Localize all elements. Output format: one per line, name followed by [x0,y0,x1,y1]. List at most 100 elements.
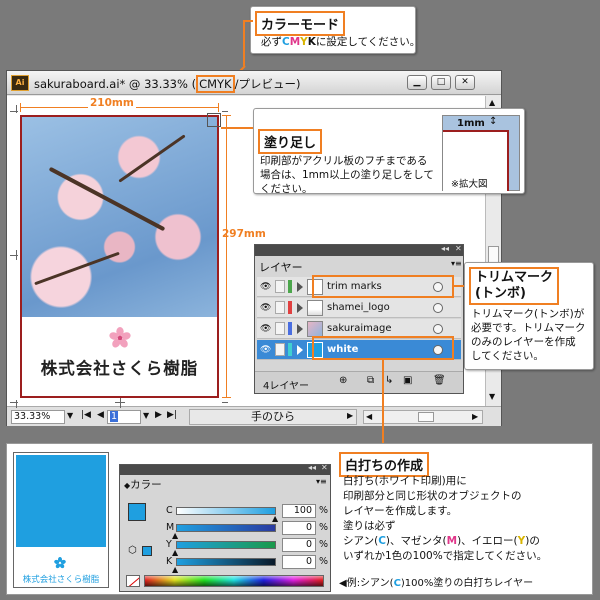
layers-panel-titlebar[interactable]: ◂◂ ✕ [255,244,463,256]
scroll-up-arrow[interactable]: ▲ [489,98,495,107]
eye-icon[interactable]: 👁 [260,303,272,313]
yellow-slider-handle[interactable]: ▲ [172,548,178,557]
yellow-value-field[interactable]: 0 [282,538,316,552]
black-slider-handle[interactable]: ▲ [172,565,178,574]
lock-toggle[interactable] [275,280,285,293]
colormode-connector-h [243,20,253,22]
black-value-field[interactable]: 0 [282,555,316,569]
cmyk-y: Y [300,36,308,48]
none-swatch[interactable] [126,575,140,587]
tab-layers[interactable]: レイヤー [259,259,303,275]
unit-y: % [319,539,329,550]
close-button[interactable]: ✕ [455,75,475,90]
last-page-button[interactable]: ▶| [167,410,177,420]
white-text-1: 白打ち(ホワイト印刷)用に [343,475,467,487]
out-of-gamut-icon[interactable]: ⬡ [128,545,137,556]
white-layer-highlight [312,336,454,360]
status-bar: 33.33% ▼ |◀ ◀ 1 ▼ ▶ ▶| 手のひら ▶ ◀ ▶ [7,406,501,426]
cmyk-k: K [307,36,316,48]
new-sublayer-icon[interactable]: ↳ [385,375,393,386]
lock-toggle[interactable] [275,301,285,314]
hscroll-thumb[interactable] [418,412,434,422]
color-panel-titlebar[interactable]: ◂◂ ✕ [120,463,330,475]
expand-triangle-icon[interactable] [297,324,303,334]
collapse-icon[interactable]: ◂◂ [308,463,316,472]
cyan-fill-area [16,455,106,547]
bleed-text-1: 印刷部がアクリル板のフチまである [260,155,428,167]
magenta-slider[interactable] [176,524,276,532]
color-spectrum-bar[interactable] [144,575,324,587]
lock-toggle[interactable] [275,343,285,356]
bleed-marker [207,113,221,127]
layer-count: 4レイヤー [263,381,310,392]
window-titlebar[interactable]: Ai sakuraboard.ai* @ 33.33% (CMYK/プレビュー)… [7,71,501,95]
prev-page-button[interactable]: ◀ [97,410,104,420]
new-layer-icon[interactable]: ▣ [403,375,412,386]
bottom-example-panel: 株式会社さくら樹脂 ◂◂ ✕ ◆カラー ▾≡ ⬡ C ▲ 100 % M ▲ 0… [6,443,593,595]
expand-triangle-icon[interactable] [297,345,303,355]
panel-menu-icon[interactable]: ▾≡ [451,259,462,268]
detail-1mm-label: 1mm [457,118,485,129]
cyan-slider[interactable] [176,507,276,515]
height-dimension-line [226,115,227,398]
eye-icon[interactable]: 👁 [260,282,272,292]
company-name: 株式会社さくら樹脂 [40,359,199,378]
white-connector-v [382,360,384,450]
cyan-slider-handle[interactable]: ▲ [272,514,278,523]
hscroll-left-arrow[interactable]: ◀ [366,412,372,421]
unit-m: % [319,522,329,533]
black-slider[interactable] [176,558,276,566]
white-text-3: レイヤーを作成します。 [343,505,458,517]
magenta-value-field[interactable]: 0 [282,521,316,535]
zoom-dropdown-arrow[interactable]: ▼ [67,411,73,420]
target-icon[interactable] [433,303,443,313]
next-page-button[interactable]: ▶ [155,410,162,420]
trim-callout: トリムマーク (トンボ) トリムマーク(トンボ)が 必要です。トリムマーク のみ… [464,262,594,370]
page-number-field[interactable]: 1 [107,410,141,424]
white-layer-preview: 株式会社さくら樹脂 [13,452,109,588]
layer-thumbnail [307,300,323,316]
panel-menu-icon[interactable]: ▾≡ [316,477,327,486]
cyan-value-field[interactable]: 100 [282,504,316,518]
close-icon[interactable]: ✕ [455,244,462,253]
zoom-field[interactable]: 33.33% [11,410,65,424]
fill-swatch[interactable] [128,503,146,521]
layer-color-chip [288,322,292,335]
eye-icon[interactable]: 👁 [260,345,272,355]
expand-triangle-icon[interactable] [297,303,303,313]
bleed-callout-title: 塗り足し [258,129,323,154]
hscroll-right-arrow[interactable]: ▶ [472,412,478,421]
locate-object-icon[interactable]: ⊕ [339,375,347,386]
layers-panel: ◂◂ ✕ レイヤー ▾≡ 👁 trim marks 👁 shamei_logo … [254,244,464,394]
collapse-icon[interactable]: ◂◂ [441,244,449,253]
sakura-logo-icon [109,327,131,348]
page-dropdown-arrow[interactable]: ▼ [143,411,149,420]
bleed-callout: 塗り足し 印刷部がアクリル板のフチまである 場合は、1mm以上の塗り足しをして … [253,108,525,195]
trash-icon[interactable]: 🗑 [433,375,446,386]
maximize-button[interactable]: □ [431,75,451,90]
yellow-slider[interactable] [176,541,276,549]
web-safe-swatch[interactable] [142,546,152,556]
scroll-down-arrow[interactable]: ▼ [489,392,495,401]
eye-icon[interactable]: 👁 [260,324,272,334]
first-page-button[interactable]: |◀ [81,410,91,420]
branch [48,166,166,232]
width-dim-tick-left [20,103,21,112]
make-clipping-mask-icon[interactable]: ⧉ [367,375,374,386]
minimize-button[interactable]: ▁ [407,75,427,90]
close-icon[interactable]: ✕ [321,463,328,472]
white-text-5: シアン(C)、マゼンタ(M)、イエロー(Y)の [343,535,540,547]
status-menu-arrow[interactable]: ▶ [347,411,353,420]
magenta-slider-handle[interactable]: ▲ [172,531,178,540]
horizontal-scrollbar[interactable]: ◀ ▶ [363,410,483,424]
expand-triangle-icon[interactable] [297,282,303,292]
unit-c: % [319,505,329,516]
sakura-logo-icon [54,557,66,569]
tab-color[interactable]: ◆カラー [124,477,162,492]
lock-toggle[interactable] [275,322,285,335]
layer-row[interactable]: 👁 shamei_logo [257,298,461,318]
artboard[interactable]: 株式会社さくら樹脂 [20,115,219,398]
layer-name[interactable]: sakuraimage [327,323,392,334]
target-icon[interactable] [433,324,443,334]
layer-name[interactable]: shamei_logo [327,302,390,313]
